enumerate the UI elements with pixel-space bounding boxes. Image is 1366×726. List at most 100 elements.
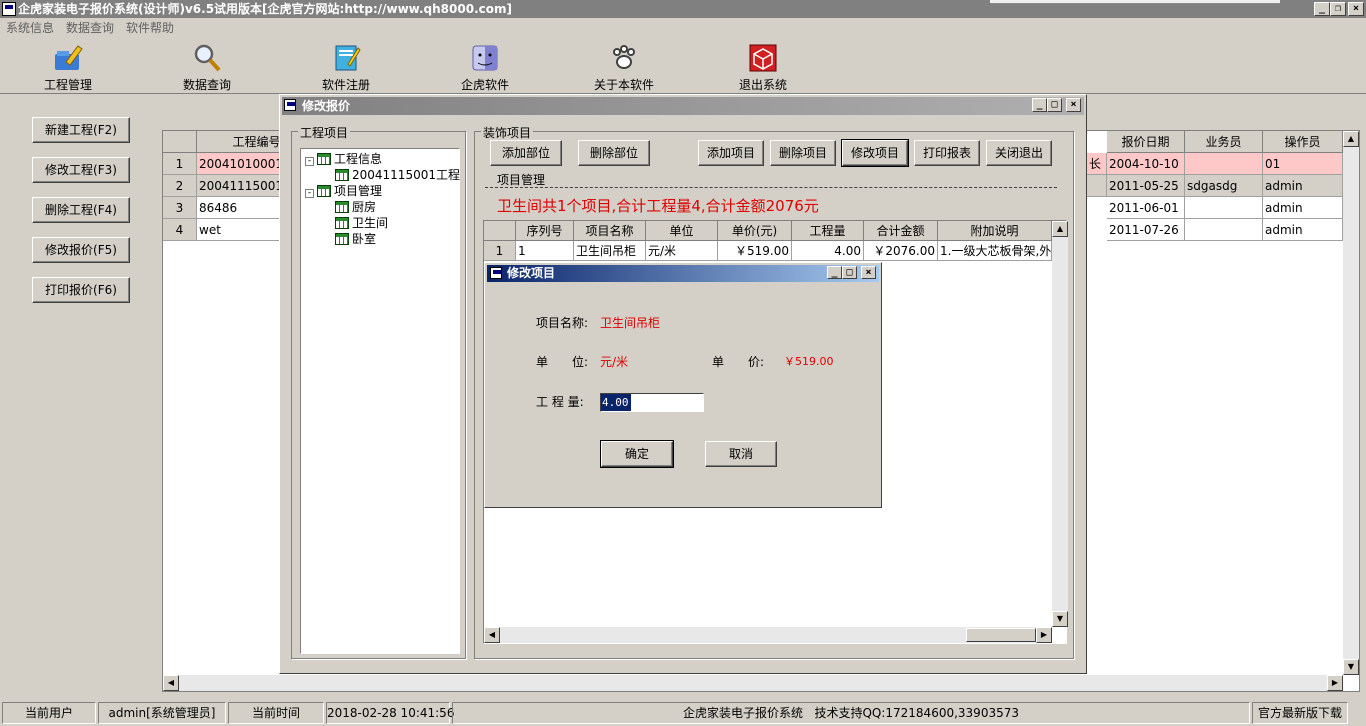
tool-data-query[interactable]: 数据查询 (157, 40, 257, 92)
scroll-thumb[interactable] (966, 628, 1036, 642)
menu-help[interactable]: 软件帮助 (120, 18, 180, 38)
col-header-date[interactable]: 报价日期 (1107, 131, 1185, 153)
scroll-down-arrow[interactable]: ▼ (1052, 611, 1068, 627)
main-grid-hscroll[interactable]: ◀ ▶ (163, 675, 1343, 691)
cell-name[interactable]: 卫生间吊柜 (574, 241, 646, 261)
row-number[interactable]: 1 (163, 153, 197, 175)
tool-exit[interactable]: 退出系统 (713, 40, 813, 92)
cell-operator[interactable]: 01 (1263, 153, 1343, 175)
dialog-minimize-button[interactable]: _ (1032, 98, 1047, 112)
scroll-down-arrow[interactable]: ▼ (1343, 659, 1359, 675)
tree-node-bedroom[interactable]: 卧室 (335, 231, 376, 247)
download-latest-link[interactable]: 官方最新版下载 (1252, 702, 1348, 724)
add-item-button[interactable]: 添加项目 (698, 140, 764, 166)
main-grid-vscroll[interactable]: ▲ ▼ (1343, 131, 1359, 675)
close-exit-button[interactable]: 关闭退出 (986, 140, 1052, 166)
subdialog-maximize-button[interactable]: □ (842, 266, 857, 279)
scroll-left-arrow[interactable]: ◀ (484, 627, 500, 643)
menu-bar: 系统信息 数据查询 软件帮助 (0, 18, 1366, 38)
tool-project-manage[interactable]: 工程管理 (18, 40, 118, 92)
cell-operator[interactable]: admin (1263, 219, 1343, 241)
col-header-operator[interactable]: 操作员 (1263, 131, 1343, 153)
cell-sales[interactable] (1185, 153, 1263, 175)
delete-project-button[interactable]: 删除工程(F4) (32, 197, 130, 223)
col-header-sales[interactable]: 业务员 (1185, 131, 1263, 153)
scroll-up-arrow[interactable]: ▲ (1052, 221, 1068, 237)
project-tree[interactable]: - 工程信息 20041115001工程 - 项目管理 厨房 卫生间 卧室 (300, 148, 460, 654)
col-header-name[interactable]: 项目名称 (574, 221, 646, 241)
edit-quote-button[interactable]: 修改报价(F5) (32, 237, 130, 263)
cell-date[interactable]: 2004-10-10 (1107, 153, 1185, 175)
cancel-button[interactable]: 取消 (705, 441, 777, 467)
dialog-titlebar: 修改报价 (282, 97, 1084, 115)
row-header-corner (484, 221, 516, 241)
print-report-button[interactable]: 打印报表 (914, 140, 980, 166)
item-name-value: 卫生间吊柜 (600, 316, 661, 330)
items-grid-vscroll[interactable]: ▲ ▼ (1052, 221, 1068, 627)
tree-node-bathroom[interactable]: 卫生间 (335, 215, 388, 231)
cell-extra[interactable] (1087, 175, 1107, 197)
col-header-note[interactable]: 附加说明 (938, 221, 1052, 241)
restore-button[interactable]: ❐ (1330, 2, 1346, 16)
edit-item-button[interactable]: 修改项目 (841, 139, 909, 167)
menu-system-info[interactable]: 系统信息 (0, 18, 60, 38)
quantity-input[interactable] (600, 393, 704, 412)
scroll-up-arrow[interactable]: ▲ (1343, 131, 1359, 147)
unit-value: 元/米 (600, 355, 629, 369)
col-header-total[interactable]: 合计金额 (864, 221, 938, 241)
tool-about[interactable]: 关于本软件 (574, 40, 674, 92)
dialog-close-button[interactable]: × (1066, 98, 1081, 112)
scroll-left-arrow[interactable]: ◀ (163, 675, 179, 691)
add-location-button[interactable]: 添加部位 (490, 140, 562, 166)
row-number[interactable]: 1 (484, 241, 516, 261)
tree-node-project[interactable]: 20041115001工程 (335, 167, 460, 183)
cell-date[interactable]: 2011-06-01 (1107, 197, 1185, 219)
close-button[interactable]: × (1348, 2, 1364, 16)
cell-date[interactable]: 2011-05-25 (1107, 175, 1185, 197)
menu-data-query[interactable]: 数据查询 (60, 18, 120, 38)
cell-date[interactable]: 2011-07-26 (1107, 219, 1185, 241)
cell-seq[interactable]: 1 (516, 241, 574, 261)
cell-qty[interactable]: 4.00 (792, 241, 864, 261)
dialog-maximize-button[interactable]: □ (1047, 98, 1062, 112)
ok-button[interactable]: 确定 (600, 440, 674, 468)
paw-icon (613, 45, 635, 69)
tree-node-item-manage[interactable]: - 项目管理 (305, 183, 382, 199)
titlebar-overlay-strip (990, 0, 1280, 4)
collapse-icon[interactable]: - (305, 157, 314, 166)
scroll-right-arrow[interactable]: ▶ (1327, 675, 1343, 691)
cell-operator[interactable]: admin (1263, 197, 1343, 219)
print-quote-button[interactable]: 打印报价(F6) (32, 277, 130, 303)
tree-node-project-info[interactable]: - 工程信息 (305, 151, 382, 167)
subdialog-minimize-button[interactable]: _ (827, 266, 842, 279)
scroll-right-arrow[interactable]: ▶ (1036, 627, 1052, 643)
col-header-price[interactable]: 单价(元) (718, 221, 792, 241)
tree-node-kitchen[interactable]: 厨房 (335, 199, 376, 215)
tool-register[interactable]: 软件注册 (296, 40, 396, 92)
row-header-corner (163, 131, 197, 153)
cell-total[interactable]: ￥2076.00 (864, 241, 938, 261)
cell-operator[interactable]: admin (1263, 175, 1343, 197)
minimize-button[interactable]: _ (1314, 2, 1330, 16)
col-header-qty[interactable]: 工程量 (792, 221, 864, 241)
row-number[interactable]: 2 (163, 175, 197, 197)
cell-sales[interactable] (1185, 197, 1263, 219)
collapse-icon[interactable]: - (305, 189, 314, 198)
cell-unit[interactable]: 元/米 (646, 241, 718, 261)
new-project-button[interactable]: 新建工程(F2) (32, 117, 130, 143)
cell-price[interactable]: ￥519.00 (718, 241, 792, 261)
delete-location-button[interactable]: 删除部位 (578, 140, 650, 166)
items-grid-hscroll[interactable]: ◀ ▶ (484, 627, 1052, 643)
subdialog-close-button[interactable]: × (861, 266, 876, 279)
row-number[interactable]: 4 (163, 219, 197, 241)
cell-sales[interactable] (1185, 219, 1263, 241)
edit-project-button[interactable]: 修改工程(F3) (32, 157, 130, 183)
row-number[interactable]: 3 (163, 197, 197, 219)
col-header-unit[interactable]: 单位 (646, 221, 718, 241)
tool-qihu-software[interactable]: 企虎软件 (435, 40, 535, 92)
cell-sales[interactable]: sdgasdg (1185, 175, 1263, 197)
delete-item-button[interactable]: 删除项目 (770, 140, 836, 166)
cell-extra[interactable]: 长 (1087, 153, 1107, 175)
cell-note[interactable]: 1.一级大芯板骨架,外 (938, 241, 1052, 261)
col-header-seq[interactable]: 序列号 (516, 221, 574, 241)
